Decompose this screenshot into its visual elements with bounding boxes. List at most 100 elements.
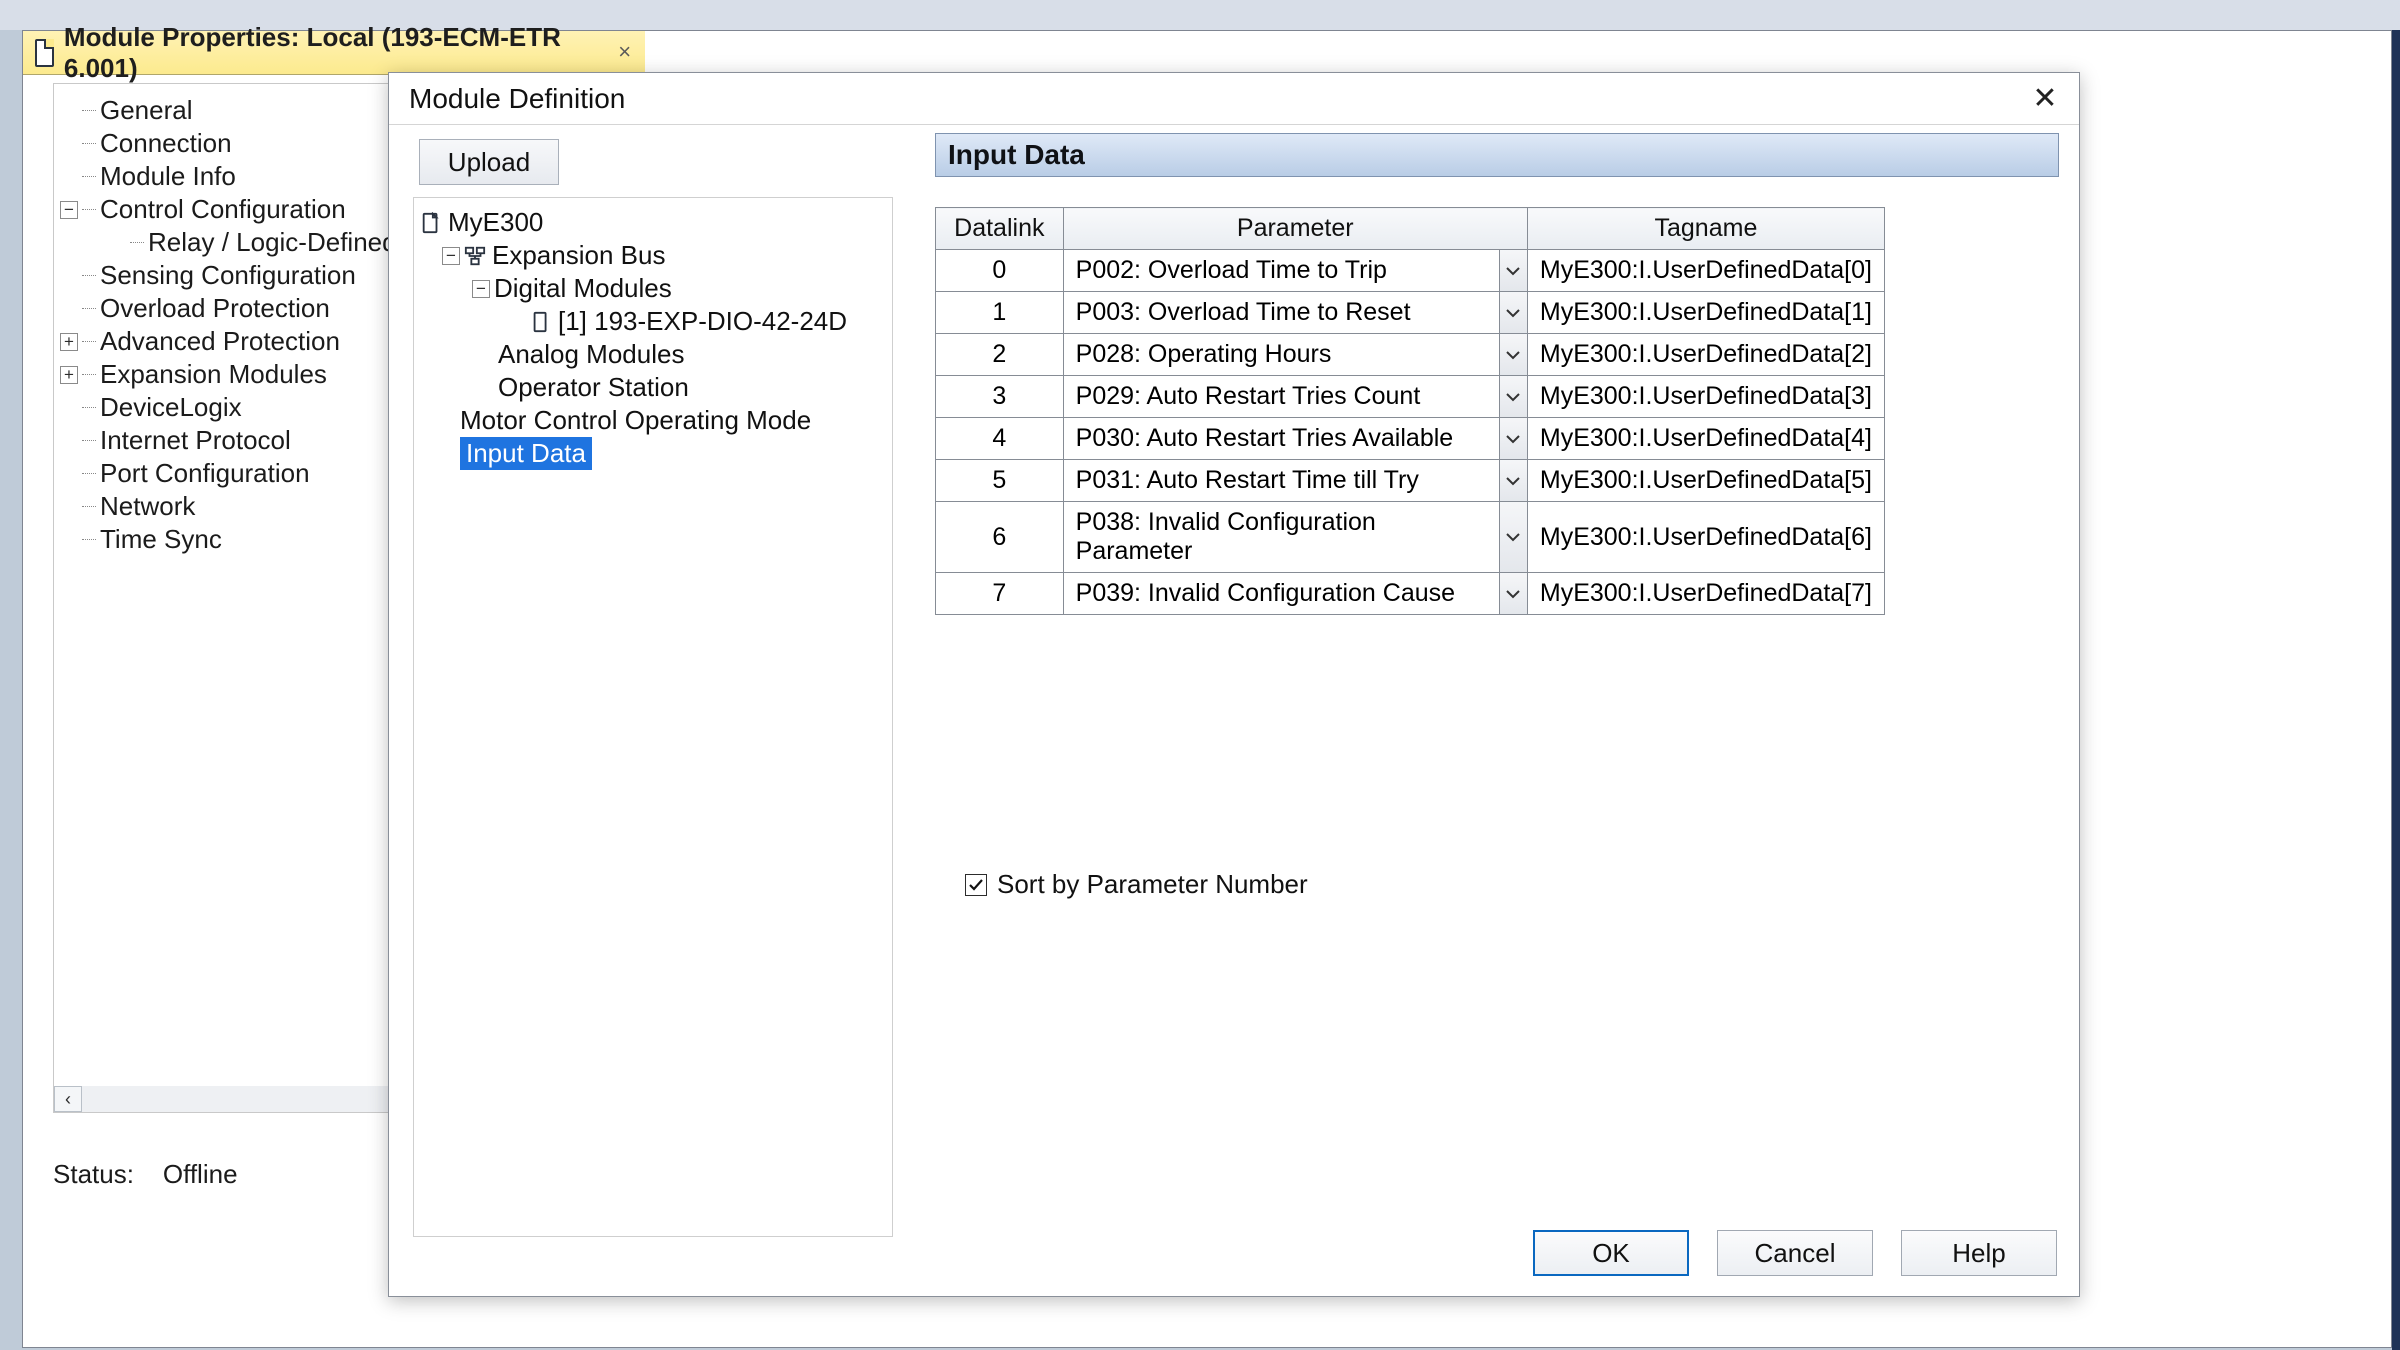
chevron-down-icon[interactable] [1499,292,1527,333]
sort-checkbox-row[interactable]: Sort by Parameter Number [965,869,1308,900]
upload-button[interactable]: Upload [419,139,559,185]
chevron-down-icon[interactable] [1499,502,1527,572]
cell-parameter[interactable]: P029: Auto Restart Tries Count [1063,376,1527,418]
tree-node-operator-station[interactable]: Operator Station [420,371,886,404]
category-tree-item[interactable]: +Advanced Protection [60,325,398,358]
parameter-value: P039: Invalid Configuration Cause [1076,579,1455,607]
col-header-tagname[interactable]: Tagname [1527,208,1884,250]
category-tree-item[interactable]: DeviceLogix [60,391,398,424]
category-tree-item[interactable]: −Control Configuration [60,193,398,226]
category-tree-label: Expansion Modules [100,358,327,391]
category-tree-label: Overload Protection [100,292,330,325]
ok-button[interactable]: OK [1533,1230,1689,1276]
close-tab-icon[interactable]: × [614,42,635,64]
horizontal-scrollbar[interactable]: ‹ [54,1086,404,1112]
tree-node-label: Input Data [460,437,592,470]
tree-node-digital-child[interactable]: [1] 193-EXP-DIO-42-24D [420,305,886,338]
cell-parameter[interactable]: P003: Overload Time to Reset [1063,292,1527,334]
category-tree: GeneralConnectionModule Info−Control Con… [53,83,405,1113]
category-tree-item[interactable]: Port Configuration [60,457,398,490]
datalink-table-wrap: Datalink Parameter Tagname 0P002: Overlo… [935,207,1885,615]
tree-node-input-data[interactable]: Input Data [420,437,886,470]
category-tree-item[interactable]: Internet Protocol [60,424,398,457]
section-header-label: Input Data [948,139,1085,171]
cell-tagname: MyE300:I.UserDefinedData[4] [1527,418,1884,460]
category-tree-item[interactable]: Overload Protection [60,292,398,325]
collapse-icon[interactable]: − [60,201,78,219]
status-line: Status: Offline [53,1159,238,1190]
parameter-value: P031: Auto Restart Time till Try [1076,466,1419,494]
scroll-left-icon[interactable]: ‹ [54,1086,82,1112]
tree-node-label: Operator Station [498,371,689,404]
category-tree-item[interactable]: Network [60,490,398,523]
section-header: Input Data [935,133,2059,177]
cell-datalink: 4 [936,418,1064,460]
table-row: 5P031: Auto Restart Time till TryMyE300:… [936,460,1885,502]
chevron-down-icon[interactable] [1499,334,1527,375]
document-icon [35,39,54,67]
tree-node-label: Analog Modules [498,338,684,371]
cell-parameter[interactable]: P031: Auto Restart Time till Try [1063,460,1527,502]
col-header-parameter[interactable]: Parameter [1063,208,1527,250]
category-tree-label: Port Configuration [100,457,310,490]
cell-datalink: 1 [936,292,1064,334]
cell-parameter[interactable]: P002: Overload Time to Trip [1063,250,1527,292]
app-right-strip [2392,30,2400,1350]
cell-parameter[interactable]: P030: Auto Restart Tries Available [1063,418,1527,460]
category-tree-label: General [100,94,193,127]
checkmark-icon [968,877,984,893]
chevron-down-icon[interactable] [1499,573,1527,614]
tree-node-mcom[interactable]: Motor Control Operating Mode [420,404,886,437]
cell-tagname: MyE300:I.UserDefinedData[1] [1527,292,1884,334]
expand-icon[interactable]: + [60,366,78,384]
category-tree-label: Relay / Logic-Defined [148,226,397,259]
cell-parameter[interactable]: P039: Invalid Configuration Cause [1063,573,1527,615]
category-tree-label: Sensing Configuration [100,259,356,292]
tree-node-label: Digital Modules [494,272,672,305]
datalink-table: Datalink Parameter Tagname 0P002: Overlo… [935,207,1885,615]
close-icon[interactable]: ✕ [2025,80,2065,118]
category-tree-item[interactable]: Sensing Configuration [60,259,398,292]
chevron-down-icon[interactable] [1499,376,1527,417]
chevron-down-icon[interactable] [1499,250,1527,291]
status-label: Status: [53,1159,134,1189]
category-tree-label: Time Sync [100,523,222,556]
expand-icon[interactable]: + [60,333,78,351]
tree-node-label: [1] 193-EXP-DIO-42-24D [558,305,847,338]
parameter-value: P030: Auto Restart Tries Available [1076,424,1454,452]
tree-node-expansion-bus[interactable]: − Expansion Bus [420,239,886,272]
help-button[interactable]: Help [1901,1230,2057,1276]
category-tree-item[interactable]: Module Info [60,160,398,193]
tree-node-mye300[interactable]: MyE300 [420,206,886,239]
module-tree: MyE300 − Expansion Bus − Digital Modules [413,197,893,1237]
cell-tagname: MyE300:I.UserDefinedData[7] [1527,573,1884,615]
module-definition-dialog: Module Definition ✕ Upload MyE300 − [388,72,2080,1297]
cell-datalink: 5 [936,460,1064,502]
category-tree-label: Network [100,490,195,523]
cell-datalink: 3 [936,376,1064,418]
content-panel: Input Data Datalink Parameter Tagname 0P… [935,133,2059,1186]
sort-checkbox[interactable] [965,874,987,896]
parameter-value: P003: Overload Time to Reset [1076,298,1411,326]
cell-parameter[interactable]: P038: Invalid Configuration Parameter [1063,502,1527,573]
module-properties-tab[interactable]: Module Properties: Local (193-ECM-ETR 6.… [23,31,645,75]
category-tree-item[interactable]: Connection [60,127,398,160]
tree-node-digital-modules[interactable]: − Digital Modules [420,272,886,305]
collapse-icon[interactable]: − [472,280,490,298]
module-icon [530,311,552,333]
collapse-icon[interactable]: − [442,247,460,265]
cell-parameter[interactable]: P028: Operating Hours [1063,334,1527,376]
module-icon [420,212,442,234]
dialog-body: Upload MyE300 − Expansion Bus [389,125,2079,1296]
chevron-down-icon[interactable] [1499,460,1527,501]
category-tree-item[interactable]: Relay / Logic-Defined [60,226,398,259]
col-header-datalink[interactable]: Datalink [936,208,1064,250]
category-tree-item[interactable]: + Expansion Modules [60,358,398,391]
table-row: 1 P003: Overload Time to Reset MyE300:I.Us… [936,292,1885,334]
tree-node-analog-modules[interactable]: Analog Modules [420,338,886,371]
category-tree-item[interactable]: General [60,94,398,127]
cancel-button[interactable]: Cancel [1717,1230,1873,1276]
tree-node-label: MyE300 [448,206,543,239]
chevron-down-icon[interactable] [1499,418,1527,459]
category-tree-item[interactable]: Time Sync [60,523,398,556]
